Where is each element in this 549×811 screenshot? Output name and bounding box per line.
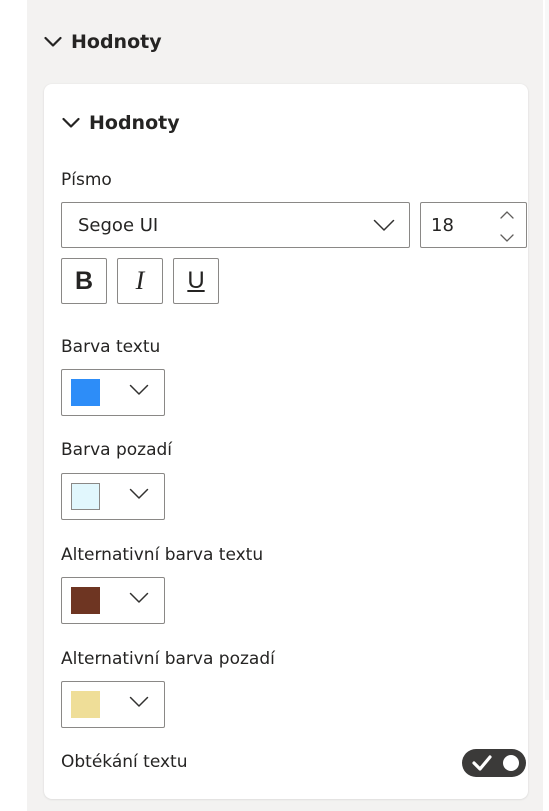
background-color-swatch xyxy=(71,483,100,510)
chevron-down-icon xyxy=(129,696,149,708)
toggle-knob xyxy=(503,755,519,771)
alt-background-color-picker[interactable] xyxy=(61,681,165,728)
alt-text-color-swatch xyxy=(71,587,100,614)
font-family-value: Segoe UI xyxy=(78,214,159,236)
chevron-down-icon xyxy=(129,488,149,500)
wrap-text-label: Obtékání textu xyxy=(61,752,188,772)
font-size-arrows xyxy=(496,204,518,246)
background-color-label: Barva pozadí xyxy=(61,440,172,460)
alt-background-color-label: Alternativní barva pozadí xyxy=(61,649,275,669)
font-family-dropdown[interactable]: Segoe UI xyxy=(61,202,410,248)
alt-text-color-label: Alternativní barva textu xyxy=(61,545,264,565)
chevron-up-icon[interactable] xyxy=(500,204,514,223)
font-size-stepper[interactable]: 18 xyxy=(420,202,527,248)
chevron-down-icon xyxy=(129,384,149,396)
font-label: Písmo xyxy=(61,170,112,190)
left-margin xyxy=(0,0,6,811)
bold-button[interactable]: B xyxy=(61,258,107,304)
underline-button[interactable]: U xyxy=(173,258,219,304)
alt-background-color-swatch xyxy=(71,691,100,718)
text-color-swatch xyxy=(71,379,100,406)
card-header-values[interactable]: Hodnoty xyxy=(62,106,180,140)
text-color-picker[interactable] xyxy=(61,369,165,416)
background-color-picker[interactable] xyxy=(61,473,165,520)
text-color-label: Barva textu xyxy=(61,337,161,357)
chevron-down-icon xyxy=(373,219,395,232)
alt-text-color-picker[interactable] xyxy=(61,577,165,624)
section-title: Hodnoty xyxy=(71,31,162,53)
chevron-down-icon[interactable] xyxy=(500,227,514,246)
chevron-down-icon xyxy=(62,117,80,129)
checkmark-icon xyxy=(472,754,492,776)
italic-button[interactable]: I xyxy=(117,258,163,304)
wrap-text-toggle[interactable] xyxy=(462,749,526,777)
scrollbar-track[interactable] xyxy=(545,0,549,700)
card-title: Hodnoty xyxy=(89,112,180,134)
chevron-down-icon xyxy=(129,592,149,604)
font-size-value: 18 xyxy=(431,214,454,236)
chevron-down-icon xyxy=(44,36,62,48)
section-header-values[interactable]: Hodnoty xyxy=(44,25,162,59)
